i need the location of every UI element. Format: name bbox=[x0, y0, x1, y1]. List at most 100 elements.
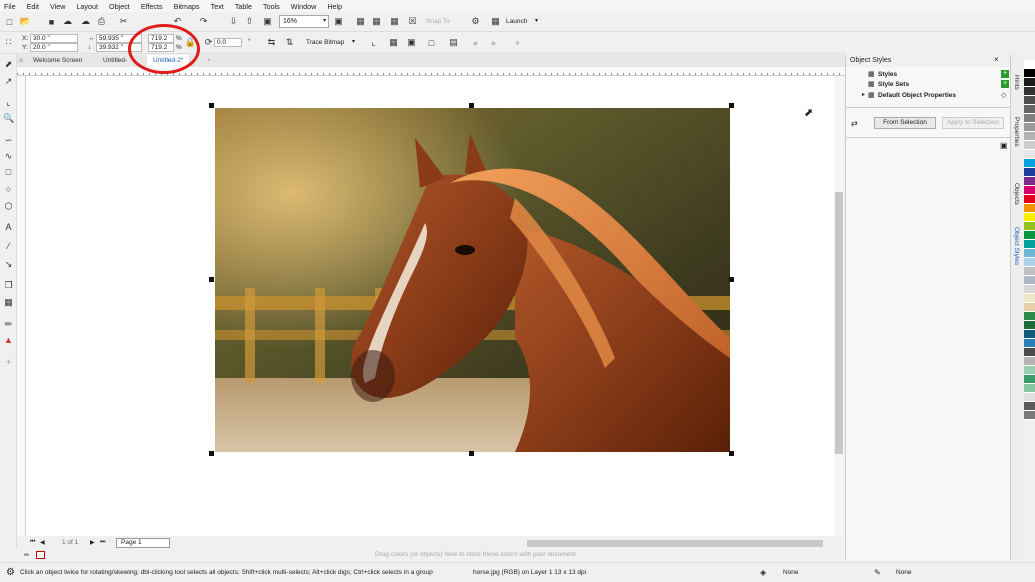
add-icon[interactable]: + bbox=[512, 37, 523, 48]
tree-style-sets[interactable]: Style Sets bbox=[878, 81, 909, 88]
menu-object[interactable]: Object bbox=[109, 2, 130, 11]
fill-bucket-icon[interactable]: ◈ bbox=[760, 563, 766, 582]
palette-swatch[interactable] bbox=[1024, 267, 1035, 276]
y-position-field[interactable]: 20.0 " bbox=[30, 43, 78, 52]
from-selection-button[interactable]: From Selection bbox=[874, 117, 936, 129]
home-icon[interactable]: ⌂ bbox=[17, 55, 25, 67]
palette-swatch[interactable] bbox=[1024, 321, 1035, 330]
palette-swatch[interactable] bbox=[1024, 159, 1035, 168]
crop-tool-icon[interactable]: ⌞ bbox=[3, 97, 14, 108]
palette-swatch[interactable] bbox=[1024, 87, 1035, 96]
options-menu-icon[interactable]: ▣ bbox=[1000, 141, 1008, 150]
menu-help[interactable]: Help bbox=[327, 2, 342, 11]
menu-text[interactable]: Text bbox=[211, 2, 224, 11]
menu-edit[interactable]: Edit bbox=[27, 2, 39, 11]
palette-swatch[interactable] bbox=[1024, 339, 1035, 348]
palette-swatch[interactable] bbox=[1024, 105, 1035, 114]
palette-swatch[interactable] bbox=[1024, 231, 1035, 240]
tree-styles[interactable]: Styles bbox=[878, 71, 897, 78]
selection-handle[interactable] bbox=[729, 103, 734, 108]
print-icon[interactable]: ⎙ bbox=[96, 16, 107, 27]
snap-off-icon[interactable]: ☒ bbox=[407, 16, 418, 27]
settings-gear-icon[interactable]: ⚙ bbox=[6, 563, 15, 582]
show-guidelines-icon[interactable]: ▦ bbox=[389, 16, 400, 27]
palette-swatch[interactable] bbox=[1024, 258, 1035, 267]
tab-welcome-screen[interactable]: Welcome Screen bbox=[27, 55, 88, 67]
palette-swatch[interactable] bbox=[1024, 186, 1035, 195]
close-icon[interactable]: × bbox=[994, 55, 999, 64]
palette-swatch[interactable] bbox=[1024, 411, 1035, 420]
tab-properties[interactable]: Properties bbox=[1013, 117, 1020, 147]
export-icon[interactable]: ⇧ bbox=[244, 16, 255, 27]
redo-icon[interactable]: ↷ bbox=[198, 16, 209, 27]
palette-swatch[interactable] bbox=[1024, 240, 1035, 249]
no-color-swatch[interactable] bbox=[36, 551, 45, 559]
menu-window[interactable]: Window bbox=[291, 2, 317, 11]
selection-handle[interactable] bbox=[209, 277, 214, 282]
palette-swatch[interactable] bbox=[1024, 384, 1035, 393]
show-rulers-icon[interactable]: ▦ bbox=[355, 16, 366, 27]
palette-swatch[interactable] bbox=[1024, 330, 1035, 339]
selection-handle[interactable] bbox=[209, 451, 214, 456]
palette-swatch[interactable] bbox=[1024, 114, 1035, 123]
unlink-icon[interactable]: ● bbox=[488, 37, 499, 48]
previous-page-icon[interactable]: ◀ bbox=[40, 539, 45, 546]
page-tab-1[interactable]: Page 1 bbox=[116, 538, 170, 548]
palette-swatch[interactable] bbox=[1024, 141, 1035, 150]
menu-effects[interactable]: Effects bbox=[141, 2, 163, 11]
zoom-level-field[interactable]: 16% ▾ bbox=[279, 15, 329, 28]
selection-handle[interactable] bbox=[209, 103, 214, 108]
add-tool-icon[interactable]: + bbox=[3, 357, 14, 368]
palette-swatch[interactable] bbox=[1024, 123, 1035, 132]
horizontal-scroll-thumb[interactable] bbox=[527, 540, 823, 547]
menu-tools[interactable]: Tools bbox=[263, 2, 280, 11]
options-gear-icon[interactable]: ⚙ bbox=[470, 16, 481, 27]
save-icon[interactable]: ■ bbox=[46, 16, 57, 27]
palette-swatch[interactable] bbox=[1024, 132, 1035, 141]
pdf-icon[interactable]: ▣ bbox=[262, 16, 273, 27]
palette-swatch[interactable] bbox=[1024, 294, 1035, 303]
menu-view[interactable]: View bbox=[50, 2, 65, 11]
new-document-icon[interactable]: □ bbox=[4, 16, 15, 27]
palette-swatch[interactable] bbox=[1024, 366, 1035, 375]
vertical-ruler[interactable] bbox=[17, 76, 26, 536]
new-style-icon[interactable]: + bbox=[1001, 70, 1009, 78]
eyedropper-icon[interactable]: ✏ bbox=[3, 319, 14, 330]
menu-table[interactable]: Table bbox=[235, 2, 252, 11]
full-screen-icon[interactable]: ▣ bbox=[333, 16, 344, 27]
rotation-field[interactable]: 0.0 bbox=[214, 38, 242, 47]
mirror-horizontal-icon[interactable]: ⇆ bbox=[266, 37, 277, 48]
x-position-field[interactable]: 30.0 " bbox=[30, 34, 78, 43]
palette-swatch[interactable] bbox=[1024, 402, 1035, 411]
first-page-icon[interactable]: ⏮ bbox=[30, 539, 35, 546]
palette-swatch[interactable] bbox=[1024, 312, 1035, 321]
link-style-icon[interactable]: ⇄ bbox=[851, 119, 858, 128]
palette-swatch[interactable] bbox=[1024, 69, 1035, 78]
pick-tool-icon[interactable]: ⬈ bbox=[3, 59, 14, 70]
palette-swatch[interactable] bbox=[1024, 60, 1035, 69]
bitmap-edit-icon[interactable]: ▦ bbox=[388, 37, 399, 48]
next-page-icon[interactable]: ▶ bbox=[90, 539, 95, 546]
text-tool-icon[interactable]: A bbox=[3, 222, 14, 233]
drop-shadow-icon[interactable]: ❐ bbox=[3, 280, 14, 291]
selection-handle[interactable] bbox=[729, 451, 734, 456]
show-grid-icon[interactable]: ▦ bbox=[371, 16, 382, 27]
menu-file[interactable]: File bbox=[4, 2, 16, 11]
selection-handle[interactable] bbox=[729, 277, 734, 282]
eyedropper-icon[interactable]: ✏ bbox=[24, 551, 29, 559]
tab-object-styles[interactable]: Object Styles bbox=[1013, 227, 1020, 265]
palette-swatch[interactable] bbox=[1024, 276, 1035, 285]
expand-arrow-icon[interactable]: ▸ bbox=[862, 91, 865, 98]
open-icon[interactable]: 📂 bbox=[20, 16, 31, 27]
parallel-dimension-icon[interactable]: ∕ bbox=[3, 241, 14, 252]
palette-swatch[interactable] bbox=[1024, 177, 1035, 186]
wrap-text-icon[interactable]: ▤ bbox=[448, 37, 459, 48]
resample-icon[interactable]: ▣ bbox=[406, 37, 417, 48]
tab-hints[interactable]: Hints bbox=[1013, 75, 1020, 90]
apply-to-selection-button[interactable]: Apply to Selection bbox=[942, 117, 1004, 129]
freehand-tool-icon[interactable]: ∽ bbox=[3, 135, 14, 146]
palette-swatch[interactable] bbox=[1024, 150, 1035, 159]
palette-swatch[interactable] bbox=[1024, 285, 1035, 294]
page-frame-icon[interactable]: □ bbox=[426, 37, 437, 48]
artistic-media-icon[interactable]: ∿ bbox=[3, 151, 14, 162]
